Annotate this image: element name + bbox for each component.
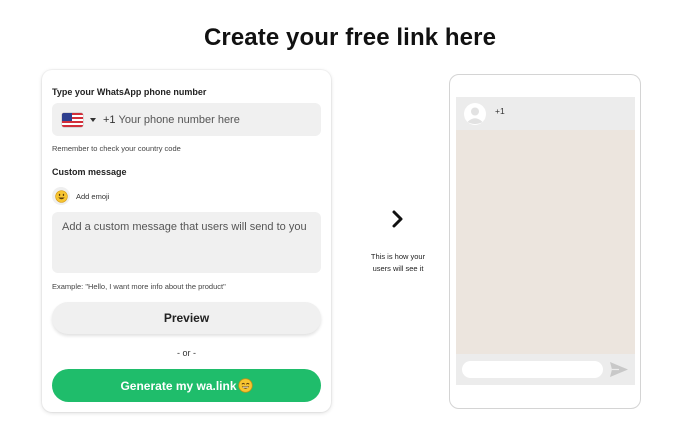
preview-button[interactable]: Preview bbox=[52, 302, 321, 334]
user-avatar-icon bbox=[464, 102, 486, 125]
chat-body bbox=[456, 130, 635, 354]
country-code-hint: Remember to check your country code bbox=[52, 144, 181, 153]
add-emoji-button[interactable]: Add emoji bbox=[52, 187, 109, 205]
chat-footer bbox=[456, 354, 635, 385]
generate-link-label[interactable]: Generate my wa.link bbox=[120, 379, 236, 393]
preview-caption: This is how your users will see it bbox=[370, 252, 426, 273]
add-emoji-label[interactable]: Add emoji bbox=[76, 192, 109, 201]
us-flag-icon[interactable] bbox=[62, 112, 83, 127]
message-example: Example: "Hello, I want more info about … bbox=[52, 282, 226, 291]
link-form-card: Type your WhatsApp phone number +1 Remem… bbox=[42, 70, 331, 412]
chevron-down-icon[interactable] bbox=[90, 117, 96, 122]
phone-input[interactable] bbox=[118, 113, 299, 126]
dial-code: +1 bbox=[103, 113, 116, 126]
chat-header: +1 bbox=[456, 97, 635, 130]
or-divider: - or - bbox=[177, 348, 196, 358]
generate-link-button[interactable]: Generate my wa.link bbox=[52, 369, 321, 402]
contact-name: +1 bbox=[495, 105, 505, 116]
phone-label: Type your WhatsApp phone number bbox=[52, 87, 207, 97]
send-icon bbox=[610, 362, 628, 377]
phone-field[interactable]: +1 bbox=[52, 103, 321, 136]
chevron-right-icon bbox=[392, 210, 403, 228]
custom-message-input[interactable] bbox=[52, 212, 321, 273]
smiley-emoji-icon[interactable] bbox=[52, 187, 70, 205]
page-title: Create your free link here bbox=[203, 24, 497, 51]
grin-emoji-icon bbox=[237, 378, 253, 393]
custom-message-label: Custom message bbox=[52, 167, 127, 177]
chat-message-input bbox=[462, 361, 603, 378]
phone-preview: +1 bbox=[449, 74, 641, 409]
